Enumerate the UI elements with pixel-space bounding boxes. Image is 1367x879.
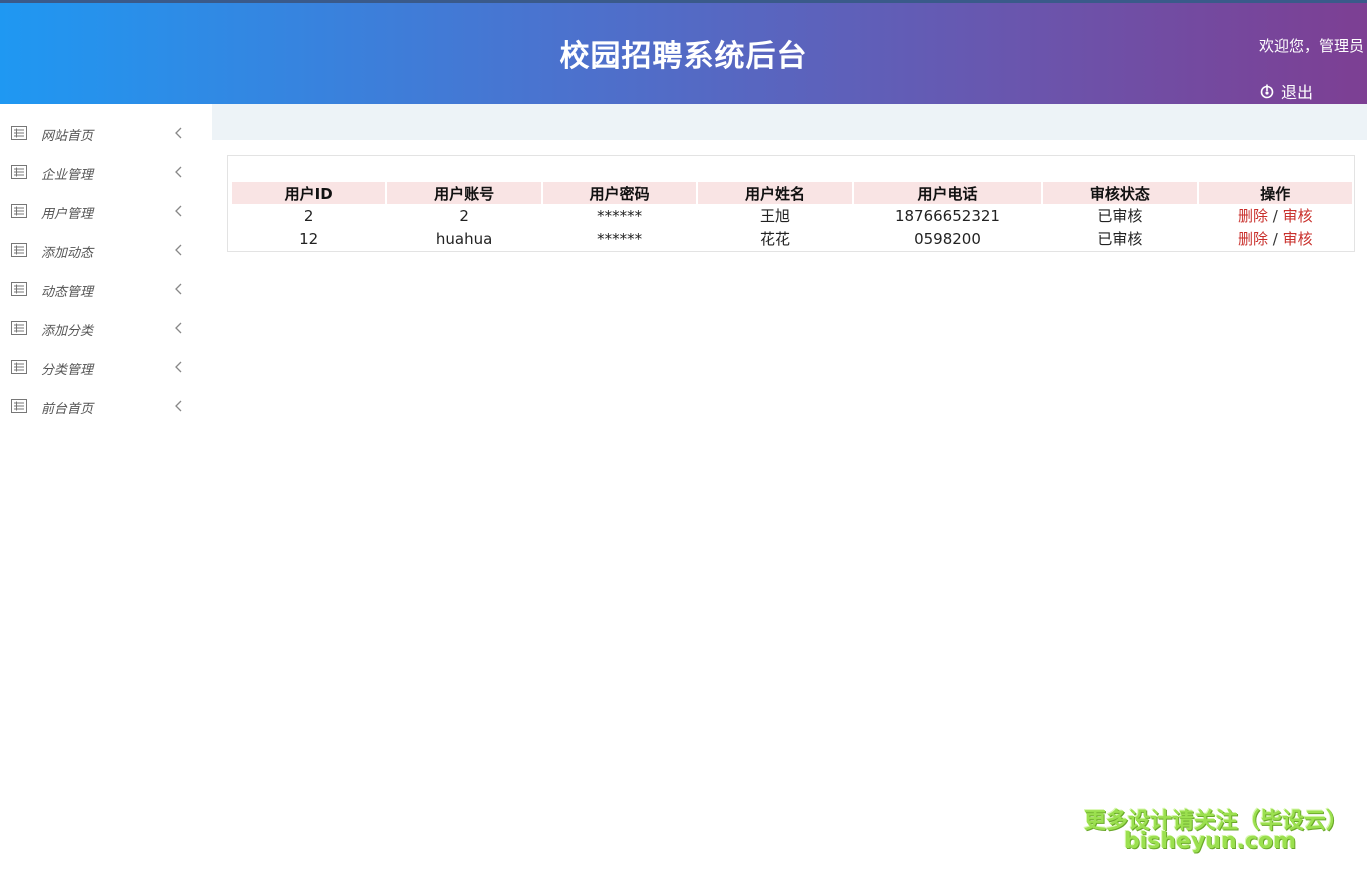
sidebar-item-label: 用户管理 [41, 207, 94, 222]
logout-label: 退出 [1281, 83, 1314, 102]
logout-button[interactable]: 退出 [1259, 79, 1313, 103]
sidebar: 网站首页 企业管理 用户管理 添加动态 动态管理 添加分类 分类管理 前台首页 [0, 104, 212, 879]
cell-phone: 0598200 [914, 229, 981, 248]
cell-id: 12 [299, 229, 319, 248]
sidebar-item-category-manage[interactable]: 分类管理 [0, 348, 212, 387]
list-icon [11, 282, 27, 296]
col-header-name: 用户姓名 [698, 182, 852, 204]
sidebar-item-add-news[interactable]: 添加动态 [0, 231, 212, 270]
cell-status: 已审核 [1097, 230, 1143, 248]
delete-link[interactable]: 删除 [1238, 230, 1268, 248]
chevron-left-icon [175, 244, 182, 256]
cell-account: huahua [435, 229, 493, 248]
sidebar-item-label: 添加分类 [41, 324, 94, 339]
welcome-text: 欢迎您，管理员 [1259, 37, 1365, 55]
chevron-left-icon [175, 283, 182, 295]
cell-password: ****** [597, 206, 643, 225]
table-row: 2 2 ****** 王旭 18766652321 已审核 删除 / 审核 [232, 204, 1352, 227]
sidebar-item-label: 网站首页 [41, 129, 94, 144]
list-icon [11, 399, 27, 413]
sidebar-item-home[interactable]: 网站首页 [0, 114, 212, 153]
cell-actions: 删除 / 审核 [1199, 227, 1352, 250]
sidebar-item-news-manage[interactable]: 动态管理 [0, 270, 212, 309]
sidebar-item-label: 动态管理 [41, 285, 94, 300]
table-header-row: 用户ID 用户账号 用户密码 用户姓名 用户电话 审核状态 操作 [232, 182, 1352, 204]
sidebar-item-users[interactable]: 用户管理 [0, 192, 212, 231]
page-title: 校园招聘系统后台 [559, 39, 808, 74]
chevron-left-icon [175, 205, 182, 217]
cell-id: 2 [303, 206, 314, 225]
delete-link[interactable]: 删除 [1238, 207, 1268, 225]
sidebar-item-label: 前台首页 [41, 402, 94, 417]
audit-link[interactable]: 审核 [1283, 230, 1313, 248]
col-header-status: 审核状态 [1043, 182, 1197, 204]
col-header-id: 用户ID [232, 182, 386, 204]
cell-actions: 删除 / 审核 [1199, 204, 1352, 227]
chevron-left-icon [175, 322, 182, 334]
list-icon [11, 126, 27, 140]
audit-link[interactable]: 审核 [1283, 207, 1313, 225]
logout-icon [1260, 84, 1274, 99]
header-bar: 校园招聘系统后台 欢迎您，管理员 退出 [0, 3, 1367, 104]
sidebar-item-add-category[interactable]: 添加分类 [0, 309, 212, 348]
sidebar-item-label: 分类管理 [41, 363, 94, 378]
sidebar-item-label: 添加动态 [41, 246, 94, 261]
sidebar-item-label: 企业管理 [41, 168, 94, 183]
table-row: 12 huahua ****** 花花 0598200 已审核 删除 / 审核 [232, 227, 1352, 250]
cell-password: ****** [597, 229, 643, 248]
chevron-left-icon [175, 361, 182, 373]
cell-name: 王旭 [760, 207, 791, 225]
list-icon [11, 204, 27, 218]
list-icon [11, 243, 27, 257]
chevron-left-icon [175, 127, 182, 139]
list-icon [11, 321, 27, 335]
col-header-account: 用户账号 [387, 182, 541, 204]
sidebar-item-frontend-home[interactable]: 前台首页 [0, 387, 212, 426]
sidebar-item-company[interactable]: 企业管理 [0, 153, 212, 192]
action-separator: / [1272, 207, 1278, 225]
cell-name: 花花 [760, 230, 791, 248]
user-table: 用户ID 用户账号 用户密码 用户姓名 用户电话 审核状态 操作 2 2 ***… [230, 182, 1354, 250]
content-top-bar [212, 104, 1367, 140]
watermark-line2: bisheyun.com [1124, 829, 1297, 854]
user-table-panel: 用户ID 用户账号 用户密码 用户姓名 用户电话 审核状态 操作 2 2 ***… [227, 155, 1355, 252]
cell-account: 2 [459, 206, 469, 225]
col-header-phone: 用户电话 [853, 182, 1042, 204]
col-header-password: 用户密码 [542, 182, 697, 204]
action-separator: / [1272, 230, 1278, 248]
cell-phone: 18766652321 [894, 206, 1000, 225]
chevron-left-icon [175, 166, 182, 178]
col-header-actions: 操作 [1198, 182, 1352, 204]
chevron-left-icon [175, 400, 182, 412]
cell-status: 已审核 [1097, 207, 1143, 225]
list-icon [11, 360, 27, 374]
list-icon [11, 165, 27, 179]
